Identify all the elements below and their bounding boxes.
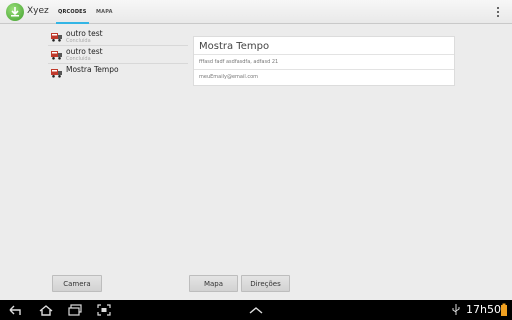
tab-mapa[interactable]: MAPA	[96, 0, 113, 24]
truck-icon	[51, 33, 62, 42]
detail-card: Mostra Tempo fffasd fadf asdfasdfa, adfa…	[193, 36, 455, 86]
truck-icon	[51, 69, 62, 78]
tab-qrcodes[interactable]: QRCODES	[56, 0, 89, 24]
detail-title: Mostra Tempo	[199, 41, 270, 52]
divider	[194, 54, 454, 55]
divider	[194, 69, 454, 70]
qrcode-list: outro test Concluída outro test Concluíd…	[48, 28, 188, 82]
truck-icon	[51, 51, 62, 60]
screenshot-icon[interactable]	[97, 304, 111, 316]
list-item-subtitle: Concluída	[66, 38, 91, 44]
action-bar: Xyez QRCODES MAPA	[0, 0, 512, 24]
back-icon[interactable]	[8, 304, 24, 316]
list-item-title: outro test	[66, 47, 103, 56]
camera-button[interactable]: Camera	[52, 275, 102, 292]
recent-apps-icon[interactable]	[68, 304, 84, 316]
list-item-title: Mostra Tempo	[66, 65, 119, 74]
list-item[interactable]: outro test Concluída	[48, 28, 188, 46]
overflow-menu-icon[interactable]	[497, 7, 500, 18]
list-item-title: outro test	[66, 29, 103, 38]
detail-email: meuEmaily@email.com	[199, 74, 259, 80]
list-item-subtitle: Concluída	[66, 56, 91, 62]
detail-text: fffasd fadf asdfasdfa, adfasd 21	[199, 59, 279, 65]
status-time: 17h50	[466, 303, 501, 316]
app-download-icon[interactable]	[6, 3, 24, 21]
app-title: Xyez	[27, 6, 49, 16]
chevron-up-icon[interactable]	[249, 306, 263, 314]
list-item[interactable]: outro test Concluída	[48, 46, 188, 64]
mapa-button[interactable]: Mapa	[189, 275, 238, 292]
home-icon[interactable]	[38, 304, 54, 316]
system-nav-bar: 17h50	[0, 300, 512, 320]
direcoes-button[interactable]: Direções	[241, 275, 290, 292]
battery-warning-icon	[501, 303, 507, 316]
usb-icon	[452, 304, 460, 315]
list-item[interactable]: Mostra Tempo	[48, 64, 188, 82]
